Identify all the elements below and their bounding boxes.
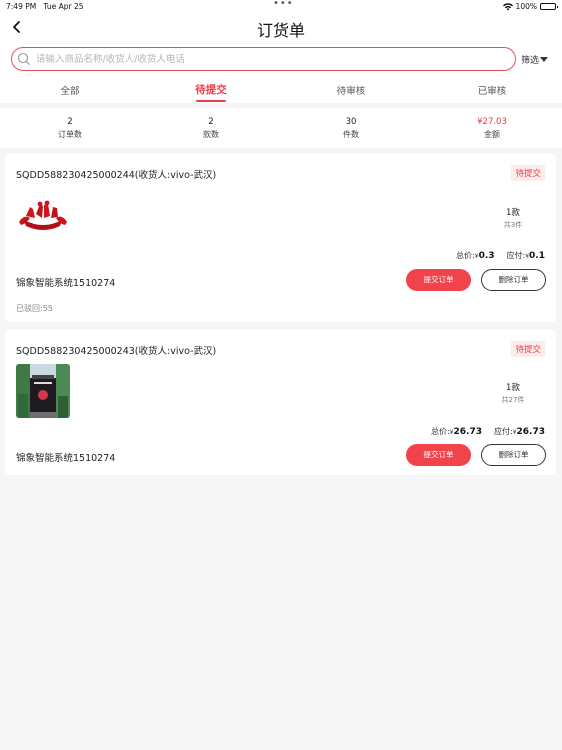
payable-price: 应付:¥26.73 [494, 427, 545, 437]
stat-amount: ¥27.03 金额 [447, 117, 537, 140]
tab-pending-review[interactable]: 待审核 [337, 83, 366, 97]
wifi-icon [502, 2, 513, 10]
price-row: 总价:¥26.73 应付:¥26.73 [431, 426, 545, 437]
order-card[interactable]: SQDD588230425000244(收货人:vivo-武汉) 待提交 1款 … [5, 154, 556, 322]
status-tabs: 全部 待提交 待审核 已审核 [0, 76, 562, 103]
order-card[interactable]: SQDD588230425000243(收货人:vivo-武汉) 待提交 1款 … [5, 330, 556, 475]
order-number: SQDD588230425000243(收货人:vivo-武汉) [16, 346, 217, 357]
stat-label: 款数 [203, 130, 219, 139]
stat-value: 30 [345, 117, 357, 127]
store-name: 锦象智能系统1510274 [16, 278, 116, 289]
search-box[interactable] [11, 47, 516, 71]
stat-label: 订单数 [58, 130, 82, 139]
stat-order-count: 2 订单数 [25, 117, 115, 140]
stat-label: 金额 [484, 130, 500, 139]
rejected-note: 已驳回:55 [16, 304, 53, 313]
battery-percent: 100% [515, 2, 537, 11]
filter-button[interactable]: 筛选 [521, 53, 549, 66]
status-bar: 7:49 PM Tue Apr 25 ••• 100% [0, 0, 562, 12]
store-name: 锦象智能系统1510274 [16, 453, 116, 464]
filter-label: 筛选 [521, 56, 540, 66]
piece-count: 共27件 [501, 396, 525, 404]
quantity-info: 1款 共27件 [488, 381, 538, 405]
triangle-down-icon [540, 57, 549, 62]
tab-reviewed[interactable]: 已审核 [478, 83, 507, 97]
search-icon [17, 52, 31, 66]
product-image[interactable] [16, 194, 70, 248]
search-input[interactable] [36, 51, 506, 67]
tab-all[interactable]: 全部 [60, 83, 79, 97]
delete-order-button[interactable]: 删除订单 [481, 444, 546, 466]
style-count: 1款 [506, 208, 520, 218]
delete-order-button[interactable]: 删除订单 [481, 269, 546, 291]
search-row: 筛选 [0, 44, 562, 76]
active-tab-indicator [196, 100, 226, 102]
stat-piece-count: 30 件数 [306, 117, 396, 140]
battery-icon [540, 3, 558, 10]
submit-order-button[interactable]: 提交订单 [406, 269, 471, 291]
stat-style-count: 2 款数 [166, 117, 256, 140]
nav-bar: 订货单 [0, 12, 562, 44]
product-image[interactable] [16, 364, 70, 418]
submit-order-button[interactable]: 提交订单 [406, 444, 471, 466]
order-summary: 2 订单数 2 款数 30 件数 ¥27.03 金额 [0, 108, 562, 148]
tab-pending-submit[interactable]: 待提交 [195, 82, 227, 97]
multitask-dots[interactable]: ••• [273, 0, 294, 9]
payable-price: 应付:¥0.1 [506, 251, 545, 261]
status-right: 100% [502, 2, 558, 11]
total-price: 总价:¥0.3 [456, 251, 495, 261]
stat-value: 2 [67, 117, 73, 127]
page-title: 订货单 [256, 21, 305, 40]
status-badge: 待提交 [511, 165, 545, 181]
status-badge: 待提交 [511, 341, 545, 357]
style-count: 1款 [506, 383, 520, 393]
piece-count: 共3件 [503, 221, 523, 229]
stat-value: ¥27.03 [477, 117, 507, 127]
stat-label: 件数 [343, 130, 359, 139]
red-figures-image [16, 194, 70, 248]
stat-value: 2 [208, 117, 214, 127]
store-photo-image [16, 364, 70, 418]
total-price: 总价:¥26.73 [431, 427, 482, 437]
price-row: 总价:¥0.3 应付:¥0.1 [456, 250, 545, 261]
quantity-info: 1款 共3件 [488, 206, 538, 230]
order-number: SQDD588230425000244(收货人:vivo-武汉) [16, 170, 217, 181]
status-time: 7:49 PM Tue Apr 25 [6, 2, 84, 11]
